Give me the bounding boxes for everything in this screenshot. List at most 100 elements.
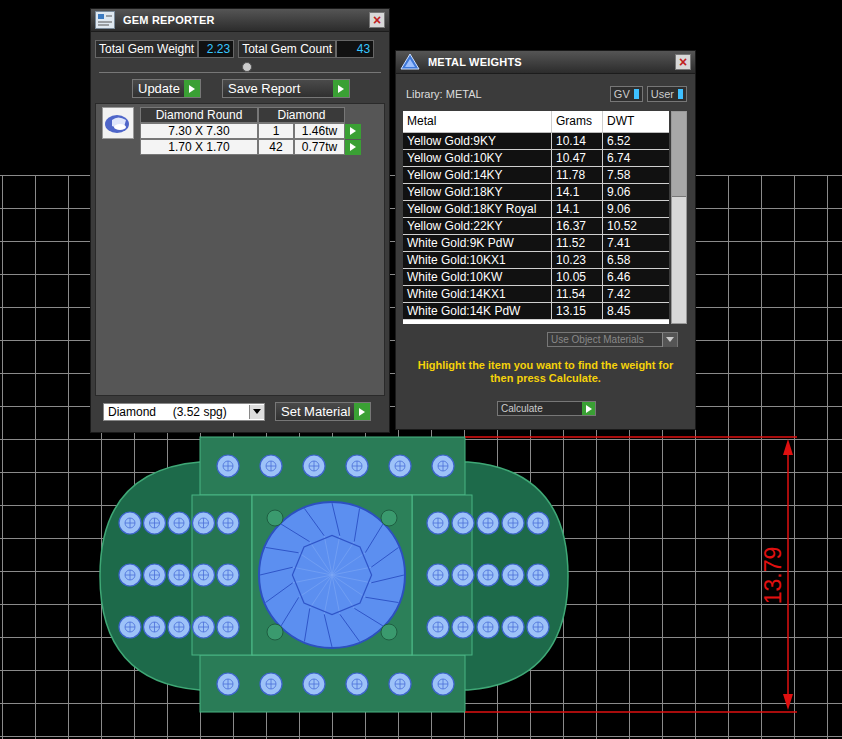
- arrow-icon: [354, 403, 370, 420]
- melee-stone: [452, 616, 474, 638]
- melee-stone: [144, 616, 166, 638]
- melee-stone: [527, 616, 549, 638]
- metal-list: MetalGramsDWT Yellow Gold:9KY 10.14 6.52…: [403, 111, 695, 324]
- gem-row[interactable]: 1.70 X 1.70 42 0.77tw: [140, 139, 361, 155]
- metal-row[interactable]: Yellow Gold:14KY 11.78 7.58: [403, 167, 669, 184]
- gem-table: Diamond Round Diamond 7.30 X 7.30 1 1.46…: [140, 107, 361, 155]
- total-weight-label: Total Gem Weight: [95, 40, 198, 58]
- totals-row: Total Gem Weight 2.23 Total Gem Count 43: [95, 40, 385, 58]
- select-arrow-icon[interactable]: [345, 124, 361, 139]
- melee-stone: [144, 564, 166, 586]
- desktop: 13.79 GEM REPORTER × Total Gem Weight 2.…: [0, 0, 842, 739]
- column-header[interactable]: Metal: [403, 111, 552, 132]
- melee-stone: [427, 564, 449, 586]
- library-toggle[interactable]: User: [647, 86, 687, 102]
- melee-stone: [168, 564, 190, 586]
- melee-stone: [217, 616, 239, 638]
- library-toggle[interactable]: GV: [610, 86, 643, 102]
- action-button[interactable]: Save Report: [222, 79, 350, 98]
- button-row: Update Save Report: [91, 79, 389, 98]
- metal-weights-window[interactable]: METAL WEIGHTS × Library: METAL GV User M…: [395, 50, 696, 430]
- melee-stone: [217, 455, 239, 477]
- prong: [267, 624, 283, 640]
- melee-stone: [193, 564, 215, 586]
- calculate-button[interactable]: Calculate: [497, 401, 596, 416]
- gem-thumbnail-icon: [102, 107, 134, 139]
- metal-row[interactable]: White Gold:14K PdW 13.15 8.45: [403, 303, 669, 320]
- total-count-value: 43: [336, 40, 374, 58]
- prong: [381, 624, 397, 640]
- melee-stone: [119, 564, 141, 586]
- melee-stone: [477, 616, 499, 638]
- toggle-indicator: [678, 89, 683, 99]
- window-title: METAL WEIGHTS: [428, 56, 667, 68]
- metal-weights-icon: [400, 53, 420, 71]
- metal-row[interactable]: White Gold:10KW 10.05 6.46: [403, 269, 669, 286]
- metal-row[interactable]: White Gold:14KX1 11.54 7.42: [403, 286, 669, 303]
- splitter-knob[interactable]: [242, 62, 252, 72]
- scrollbar[interactable]: [671, 111, 687, 324]
- column-header[interactable]: Grams: [552, 111, 603, 132]
- right-panel: [412, 495, 472, 655]
- arrow-icon: [184, 80, 200, 97]
- set-material-button[interactable]: Set Material: [275, 402, 371, 421]
- metal-row[interactable]: Yellow Gold:18KY 14.1 9.06: [403, 184, 669, 201]
- melee-stone: [452, 564, 474, 586]
- title-bar[interactable]: METAL WEIGHTS ×: [396, 51, 695, 74]
- metal-row[interactable]: Yellow Gold:10KY 10.47 6.74: [403, 150, 669, 167]
- melee-stone: [527, 512, 549, 534]
- material-select[interactable]: Diamond (3.52 spg): [103, 403, 265, 421]
- melee-stone: [346, 673, 368, 695]
- window-title: GEM REPORTER: [123, 14, 361, 26]
- melee-stone: [389, 455, 411, 477]
- metal-row[interactable]: White Gold:9K PdW 11.52 7.41: [403, 235, 669, 252]
- metal-row[interactable]: Yellow Gold:9KY 10.14 6.52: [403, 133, 669, 150]
- close-button[interactable]: ×: [369, 12, 385, 28]
- select-arrow-icon[interactable]: [345, 140, 361, 155]
- dropdown-icon: [662, 333, 677, 347]
- melee-stone: [119, 512, 141, 534]
- splitter[interactable]: [99, 60, 381, 73]
- melee-stone: [527, 564, 549, 586]
- arrow-icon: [582, 402, 595, 415]
- use-object-materials-select[interactable]: Use Object Materials: [547, 332, 678, 347]
- melee-stone: [260, 455, 282, 477]
- melee-stone: [502, 616, 524, 638]
- gem-reporter-icon: [95, 11, 115, 29]
- melee-stone: [119, 616, 141, 638]
- melee-stone: [432, 455, 454, 477]
- gem-table-header: Diamond Round Diamond: [140, 107, 361, 123]
- metal-table-header: MetalGramsDWT: [403, 111, 669, 133]
- metal-table: MetalGramsDWT Yellow Gold:9KY 10.14 6.52…: [403, 111, 669, 324]
- column-header: Diamond Round: [140, 107, 258, 123]
- title-bar[interactable]: GEM REPORTER ×: [91, 9, 389, 32]
- hint-text: Highlight the item you want to find the …: [406, 359, 685, 385]
- top-plate: [200, 437, 465, 495]
- center-diamond: [259, 502, 405, 648]
- total-weight-value: 2.23: [198, 40, 234, 58]
- metal-row[interactable]: Yellow Gold:18KY Royal 14.1 9.06: [403, 201, 669, 218]
- column-header[interactable]: DWT: [603, 111, 669, 132]
- scrollbar-thumb[interactable]: [672, 112, 686, 197]
- left-panel: [192, 495, 252, 655]
- dimension-line: [465, 437, 797, 712]
- material-row: Diamond (3.52 spg) Set Material: [103, 402, 389, 421]
- metal-row[interactable]: Yellow Gold:22KY 16.37 10.52: [403, 218, 669, 235]
- gem-reporter-window[interactable]: GEM REPORTER × Total Gem Weight 2.23 Tot…: [90, 8, 390, 433]
- bottom-plate: [200, 655, 465, 712]
- melee-stone: [477, 512, 499, 534]
- center-setting: [252, 495, 412, 655]
- gem-row[interactable]: 7.30 X 7.30 1 1.46tw: [140, 123, 361, 139]
- dropdown-icon: [249, 405, 264, 419]
- toggle-indicator: [634, 89, 639, 99]
- close-button[interactable]: ×: [675, 54, 691, 70]
- melee-stone: [217, 673, 239, 695]
- library-label: Library: METAL: [406, 88, 482, 100]
- melee-stone: [168, 616, 190, 638]
- library-row: Library: METAL GV User: [406, 86, 687, 102]
- prong: [267, 510, 283, 526]
- prong: [381, 510, 397, 526]
- action-button[interactable]: Update: [132, 79, 201, 98]
- metal-row[interactable]: White Gold:10KX1 10.23 6.58: [403, 252, 669, 269]
- melee-stone: [303, 673, 325, 695]
